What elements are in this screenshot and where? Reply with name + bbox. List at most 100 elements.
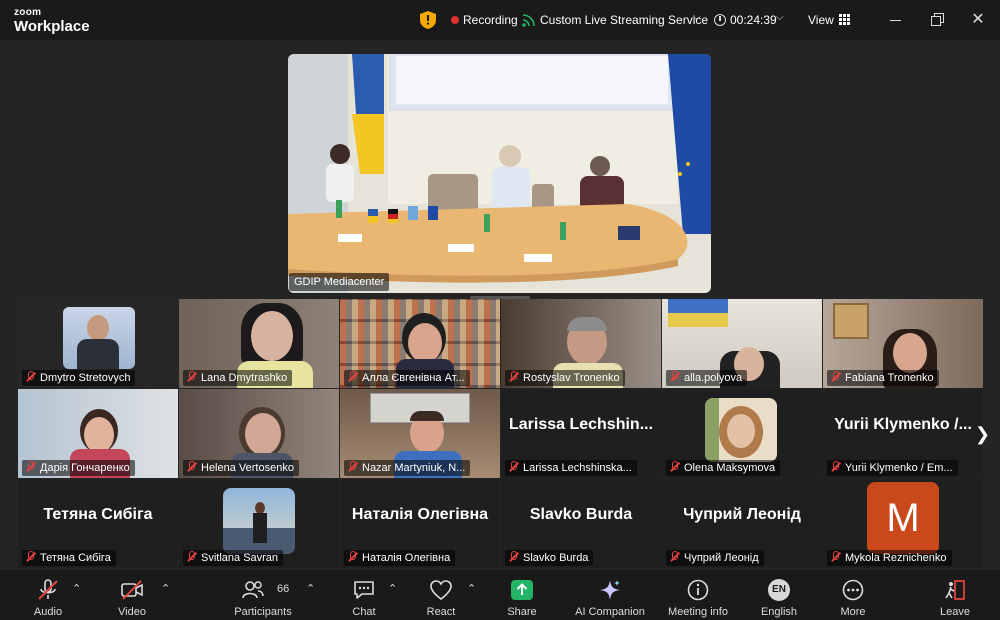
- leave-door-icon: [945, 580, 965, 600]
- security-shield-icon[interactable]: [420, 11, 436, 29]
- muted-mic-icon: [829, 371, 842, 383]
- participant-display-name: Yurii Klymenko /...: [834, 416, 972, 433]
- participant-tile[interactable]: Lana Dmytrashko: [179, 299, 339, 388]
- participant-name-tag: Nazar Martyniuk, N...: [344, 460, 471, 476]
- participant-video: [63, 307, 135, 369]
- minimize-button[interactable]: [882, 8, 908, 32]
- share-label: Share: [507, 606, 537, 618]
- participant-name-tag: Slavko Burda: [505, 550, 594, 566]
- participant-name-tag: Svitlana Savran: [183, 550, 284, 566]
- view-button[interactable]: View: [796, 8, 858, 32]
- logo-text-top: zoom: [14, 7, 42, 18]
- grid-view-icon: [839, 14, 850, 25]
- muted-mic-icon: [507, 551, 520, 563]
- leave-label: Leave: [940, 606, 970, 618]
- participant-name: Наталія Олегівна: [362, 552, 451, 564]
- more-label: More: [840, 606, 866, 618]
- muted-mic-icon: [507, 461, 520, 473]
- participants-options-caret-icon[interactable]: ⌃: [306, 582, 315, 595]
- participant-tile[interactable]: Olena Maksymova: [662, 389, 822, 478]
- participant-tile[interactable]: Helena Vertosenko: [179, 389, 339, 478]
- language-badge-icon: EN: [768, 579, 790, 601]
- participant-name: Mykola Reznichenko: [845, 552, 947, 564]
- participant-display-name: Тетяна Сибіга: [43, 506, 153, 523]
- meeting-info-label: Meeting info: [668, 606, 728, 618]
- logo-text-bottom: Workplace: [14, 18, 90, 35]
- muted-mic-icon: [346, 551, 359, 563]
- muted-mic-icon: [668, 461, 681, 473]
- meeting-info-button[interactable]: Meeting info: [664, 570, 732, 620]
- more-dots-icon: [842, 579, 864, 601]
- title-bar: zoom Workplace Recording Custom Live Str…: [0, 0, 1000, 40]
- participant-tile[interactable]: Nazar Martyniuk, N...: [340, 389, 500, 478]
- ai-companion-button[interactable]: AI Companion: [572, 570, 648, 620]
- info-icon: [687, 579, 709, 601]
- participant-name: Тетяна Сибіга: [40, 552, 111, 564]
- audio-options-caret-icon[interactable]: ⌃: [72, 582, 81, 595]
- participants-button[interactable]: 66 Participants: [228, 570, 298, 620]
- audio-label: Audio: [33, 606, 63, 618]
- participant-display-name: Larissa Lechshin...: [508, 416, 654, 433]
- leave-button[interactable]: Leave: [932, 570, 978, 620]
- more-button[interactable]: More: [830, 570, 876, 620]
- chevron-down-icon[interactable]: ⌵: [693, 12, 701, 23]
- participant-name-tag: Mykola Reznichenko: [827, 550, 952, 566]
- recording-label[interactable]: Recording: [463, 13, 518, 27]
- participant-tile[interactable]: Larissa Lechshin... Larissa Lechshinska.…: [501, 389, 661, 478]
- participant-name: Lana Dmytrashko: [201, 372, 288, 384]
- participant-tile[interactable]: Дарія Гончаренко: [18, 389, 178, 478]
- next-page-chevron-icon[interactable]: ❯: [975, 424, 990, 445]
- muted-mic-icon: [185, 461, 198, 473]
- chat-label: Chat: [352, 606, 376, 618]
- share-screen-icon: [511, 580, 533, 600]
- participant-tile[interactable]: Наталія Олегівна Наталія Олегівна: [340, 479, 500, 568]
- language-button[interactable]: EN English: [756, 570, 802, 620]
- participant-display-name: Наталія Олегівна: [351, 506, 489, 523]
- muted-mic-icon: [24, 551, 37, 563]
- participant-name: alla.polyova: [684, 372, 743, 384]
- participant-tile[interactable]: Rostyslav Tronenko: [501, 299, 661, 388]
- muted-mic-icon: [668, 371, 681, 383]
- audio-button[interactable]: Audio: [22, 570, 74, 620]
- react-button[interactable]: React: [418, 570, 464, 620]
- participant-name-tag: Yurii Klymenko / Em...: [827, 460, 958, 476]
- participant-name: Helena Vertosenko: [201, 462, 294, 474]
- participant-name: Dmytro Stretovych: [40, 372, 131, 384]
- chat-button[interactable]: Chat: [342, 570, 386, 620]
- meeting-toolbar: Audio ⌃ Video ⌃ 66 Participants ⌃ Chat ⌃: [0, 570, 1000, 620]
- participant-name: Nazar Martyniuk, N...: [362, 462, 466, 474]
- active-speaker-video[interactable]: [288, 54, 711, 293]
- participant-avatar: M: [867, 482, 939, 554]
- chevron-down-icon[interactable]: ⌵: [776, 12, 784, 23]
- participant-tile[interactable]: Fabiana Tronenko: [823, 299, 983, 388]
- conference-room-video-frame: [288, 54, 711, 293]
- react-options-caret-icon[interactable]: ⌃: [467, 582, 476, 595]
- participant-tile[interactable]: Чуприй Леонід Чуприй Леонід: [662, 479, 822, 568]
- participant-name-tag: Дарія Гончаренко: [22, 460, 135, 476]
- restore-button[interactable]: [924, 8, 950, 32]
- participant-tile[interactable]: Тетяна Сибіга Тетяна Сибіга: [18, 479, 178, 568]
- participant-tile[interactable]: Алла Євгенівна Ат...: [340, 299, 500, 388]
- participant-tile[interactable]: Slavko Burda Slavko Burda: [501, 479, 661, 568]
- participant-name: Rostyslav Tronenko: [523, 372, 620, 384]
- participant-tile[interactable]: Dmytro Stretovych: [18, 299, 178, 388]
- participant-tile[interactable]: M Mykola Reznichenko: [823, 479, 983, 568]
- participant-name-tag: Dmytro Stretovych: [22, 370, 136, 386]
- video-label: Video: [118, 606, 146, 618]
- share-button[interactable]: Share: [498, 570, 546, 620]
- active-speaker-name: GDIP Mediacenter: [289, 273, 390, 291]
- streaming-service-label[interactable]: Custom Live Streaming Service: [540, 13, 708, 27]
- video-options-caret-icon[interactable]: ⌃: [161, 582, 170, 595]
- recording-indicator-icon[interactable]: [451, 16, 459, 24]
- react-label: React: [426, 606, 456, 618]
- participant-tile[interactable]: Yurii Klymenko /... Yurii Klymenko / Em.…: [823, 389, 983, 478]
- video-button[interactable]: Video: [106, 570, 158, 620]
- live-stream-icon[interactable]: [522, 13, 536, 27]
- participant-name-tag: Olena Maksymova: [666, 460, 781, 476]
- close-window-button[interactable]: ✕: [965, 8, 991, 32]
- participant-tile[interactable]: alla.polyova: [662, 299, 822, 388]
- participant-tile[interactable]: Svitlana Savran: [179, 479, 339, 568]
- chat-options-caret-icon[interactable]: ⌃: [388, 582, 397, 595]
- chat-icon: [354, 581, 374, 599]
- participant-profile-photo: [705, 398, 777, 462]
